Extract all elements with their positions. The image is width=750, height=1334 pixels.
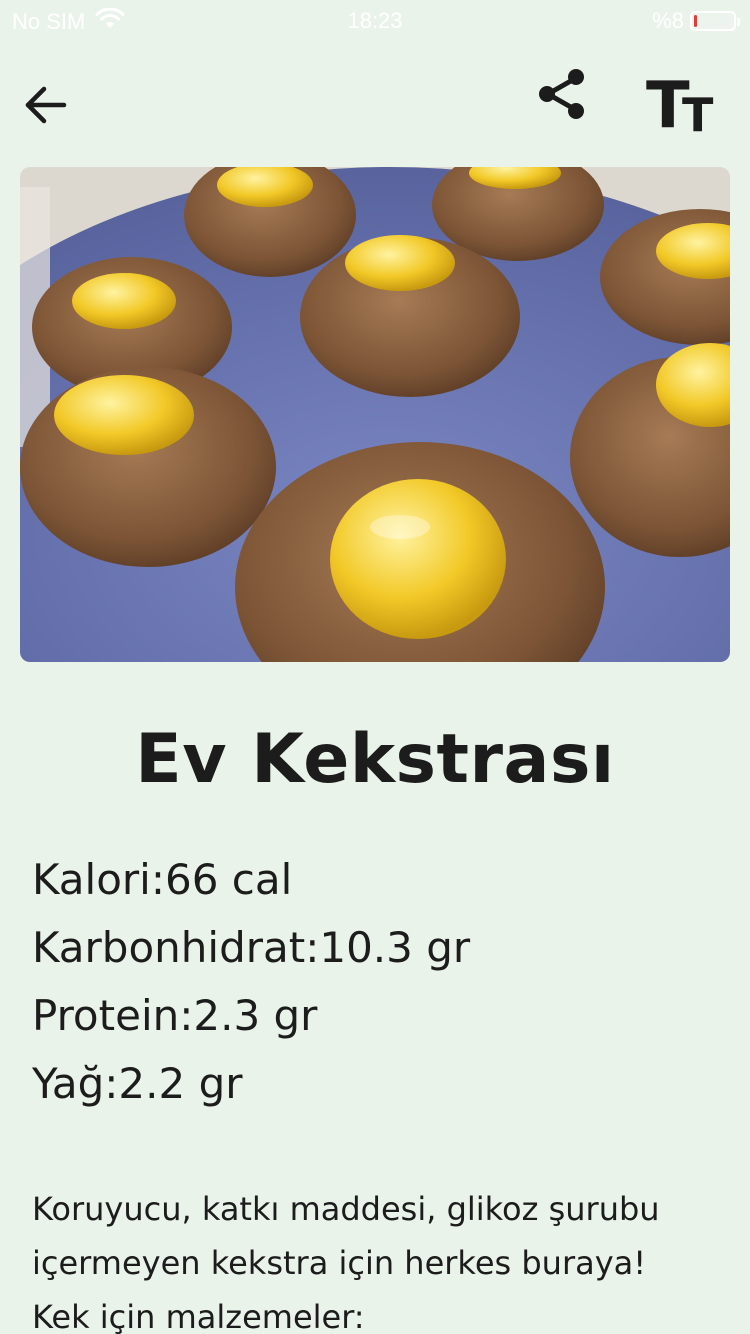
- nutrition-carbs: Karbonhidrat:10.3 gr: [32, 923, 471, 972]
- nutrition-protein: Protein:2.3 gr: [32, 991, 318, 1040]
- description-line: içermeyen kekstra için herkes buraya!: [32, 1244, 647, 1282]
- battery-tip: [737, 18, 740, 26]
- description-line: Koruyucu, katkı maddesi, glikoz şurubu: [32, 1190, 660, 1228]
- recipe-title: Ev Kekstrası: [135, 720, 615, 799]
- cake-mid-left: [20, 367, 276, 567]
- status-time: 18:23: [347, 8, 403, 33]
- nutrition-list: Kalori:66 cal Karbonhidrat:10.3 gr Prote…: [32, 846, 470, 1118]
- text-size-button[interactable]: T T: [642, 74, 722, 144]
- battery-icon: [690, 11, 740, 31]
- recipe-description: Koruyucu, katkı maddesi, glikoz şurubu i…: [32, 1182, 722, 1334]
- share-button[interactable]: [530, 64, 594, 128]
- ingredients-heading: Kek için malzemeler:: [32, 1298, 365, 1334]
- status-right: %8: [652, 8, 740, 34]
- battery-level: [694, 15, 698, 27]
- nutrition-fat: Yağ:2.2 gr: [32, 1059, 243, 1108]
- toolbar: T T: [0, 56, 750, 146]
- battery-percent: %8: [652, 8, 684, 33]
- nutrition-calories: Kalori:66 cal: [32, 855, 293, 904]
- text-size-icon-small: T: [682, 88, 714, 142]
- status-bar: No SIM 18:23 %8: [0, 0, 750, 40]
- cake-illustration: [20, 167, 730, 662]
- arrow-left-icon: [25, 86, 67, 124]
- share-icon: [539, 69, 584, 119]
- recipe-photo: [20, 167, 730, 662]
- back-button[interactable]: [18, 68, 74, 124]
